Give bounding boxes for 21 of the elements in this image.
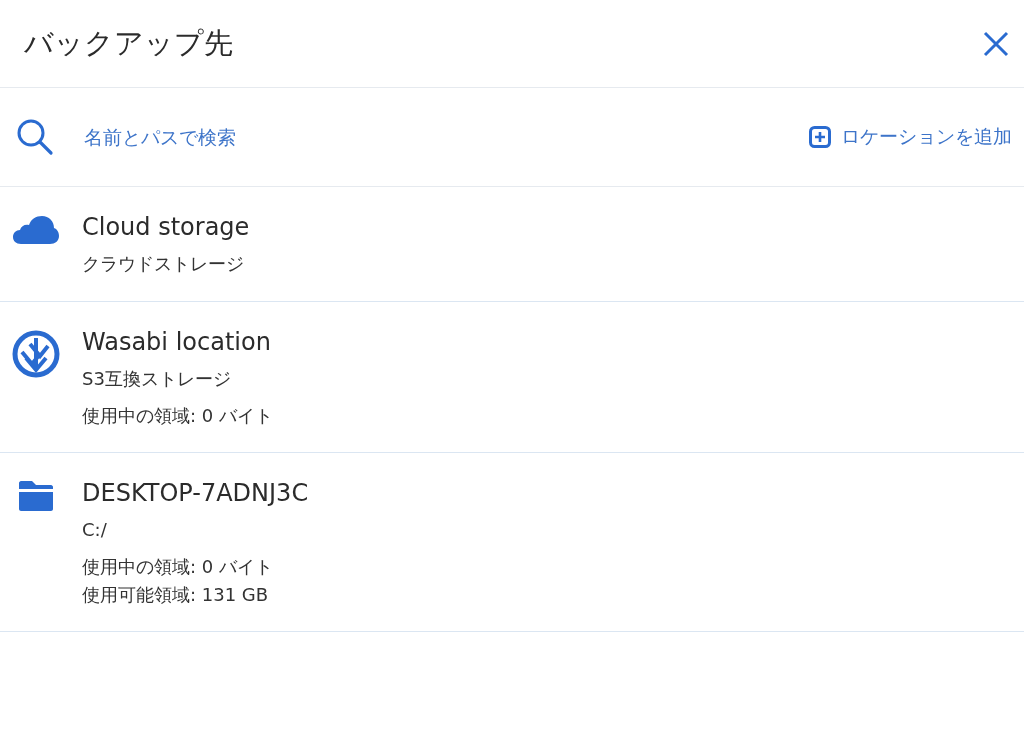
location-item[interactable]: DESKTOP-7ADNJ3C C:/ 使用中の領域: 0 バイト 使用可能領域: 131 GB: [0, 453, 1024, 632]
cloud-icon: [13, 215, 59, 245]
search-icon: [16, 118, 54, 156]
dialog-title: バックアップ先: [24, 24, 233, 62]
location-name: Cloud storage: [82, 212, 250, 243]
location-detail: 使用可能領域: 131 GB: [82, 583, 270, 607]
plus-icon: [809, 126, 831, 148]
close-icon[interactable]: [982, 29, 1010, 58]
tree-badge-icon: [12, 330, 60, 378]
search-field[interactable]: 名前とパスで検索: [82, 125, 781, 149]
location-item[interactable]: Wasabi location S3互換ストレージ 使用中の領域: 0 バイト: [0, 302, 1024, 453]
location-detail: 使用中の領域: 0 バイト: [82, 555, 274, 579]
location-detail: 使用中の領域: 0 バイト: [82, 404, 273, 428]
location-type: C:/: [82, 518, 108, 542]
folder-icon: [19, 481, 53, 511]
location-type: S3互換ストレージ: [82, 367, 232, 391]
location-name: DESKTOP-7ADNJ3C: [82, 478, 309, 509]
add-location-button[interactable]: ロケーションを追加: [809, 124, 1012, 150]
location-item[interactable]: Cloud storage クラウドストレージ: [0, 187, 1024, 302]
location-type: クラウドストレージ: [82, 252, 245, 276]
location-name: Wasabi location: [82, 327, 272, 358]
